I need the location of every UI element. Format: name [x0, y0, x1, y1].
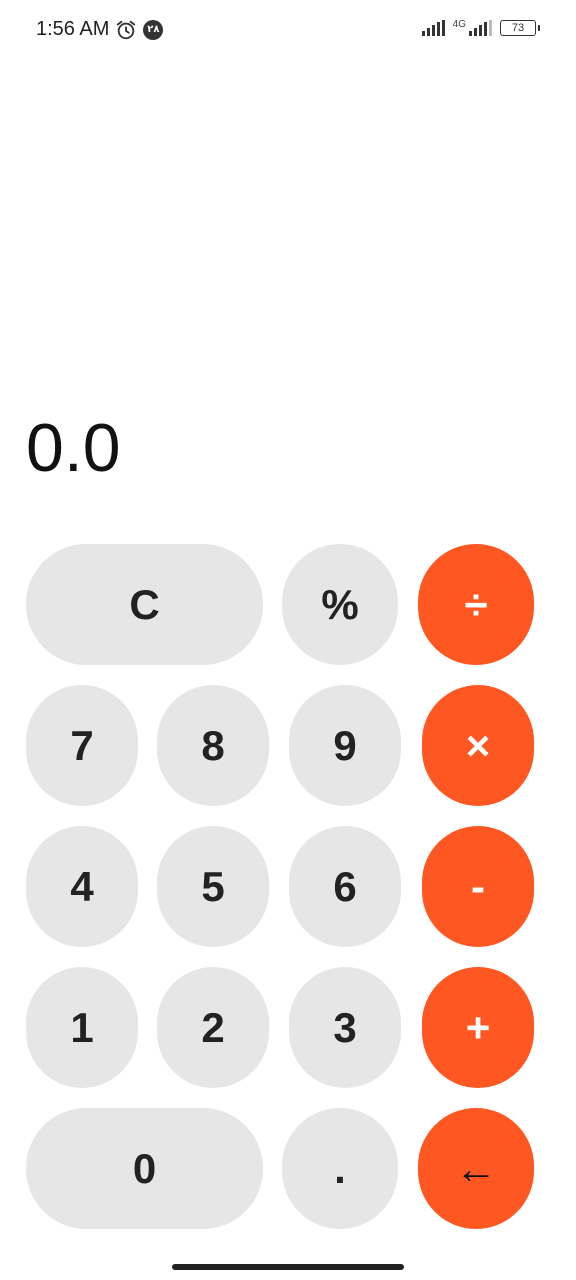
- percent-button[interactable]: %: [282, 544, 398, 665]
- backspace-button[interactable]: ←: [418, 1108, 534, 1229]
- digit-0-button[interactable]: 0: [26, 1108, 263, 1229]
- status-bar: 1:56 AM ۲۸ 4G 73: [0, 0, 576, 64]
- home-indicator[interactable]: [172, 1264, 404, 1270]
- status-right: 4G 73: [421, 20, 540, 36]
- digit-9-button[interactable]: 9: [289, 685, 401, 806]
- digit-2-button[interactable]: 2: [157, 967, 269, 1088]
- digit-8-button[interactable]: 8: [157, 685, 269, 806]
- digit-7-button[interactable]: 7: [26, 685, 138, 806]
- multiply-button[interactable]: ×: [422, 685, 534, 806]
- alarm-clock-icon: [117, 20, 136, 39]
- decimal-point-button[interactable]: .: [282, 1108, 398, 1229]
- battery-icon: 73: [500, 20, 540, 36]
- status-time: 1:56 AM: [36, 18, 110, 40]
- mobile-data-group: 4G: [453, 20, 492, 36]
- digit-5-button[interactable]: 5: [157, 826, 269, 947]
- status-left: 1:56 AM ۲۸: [36, 18, 164, 41]
- result-display: 0.0: [26, 410, 121, 486]
- clear-button[interactable]: C: [26, 544, 263, 665]
- divide-button[interactable]: ÷: [418, 544, 534, 665]
- notification-badge-icon: ۲۸: [143, 19, 164, 40]
- digit-3-button[interactable]: 3: [289, 967, 401, 1088]
- network-type-label: 4G: [452, 19, 466, 30]
- minus-button[interactable]: -: [422, 826, 534, 947]
- digit-6-button[interactable]: 6: [289, 826, 401, 947]
- battery-level: 73: [511, 22, 525, 34]
- calculator-screen: 1:56 AM ۲۸ 4G 73 0.0 C % ÷ 7 8 9 × 4 5 6…: [0, 0, 576, 1280]
- digit-1-button[interactable]: 1: [26, 967, 138, 1088]
- signal-strength-icon: [421, 20, 445, 36]
- digit-4-button[interactable]: 4: [26, 826, 138, 947]
- plus-button[interactable]: +: [422, 967, 534, 1088]
- signal-strength-2-icon: [469, 20, 492, 36]
